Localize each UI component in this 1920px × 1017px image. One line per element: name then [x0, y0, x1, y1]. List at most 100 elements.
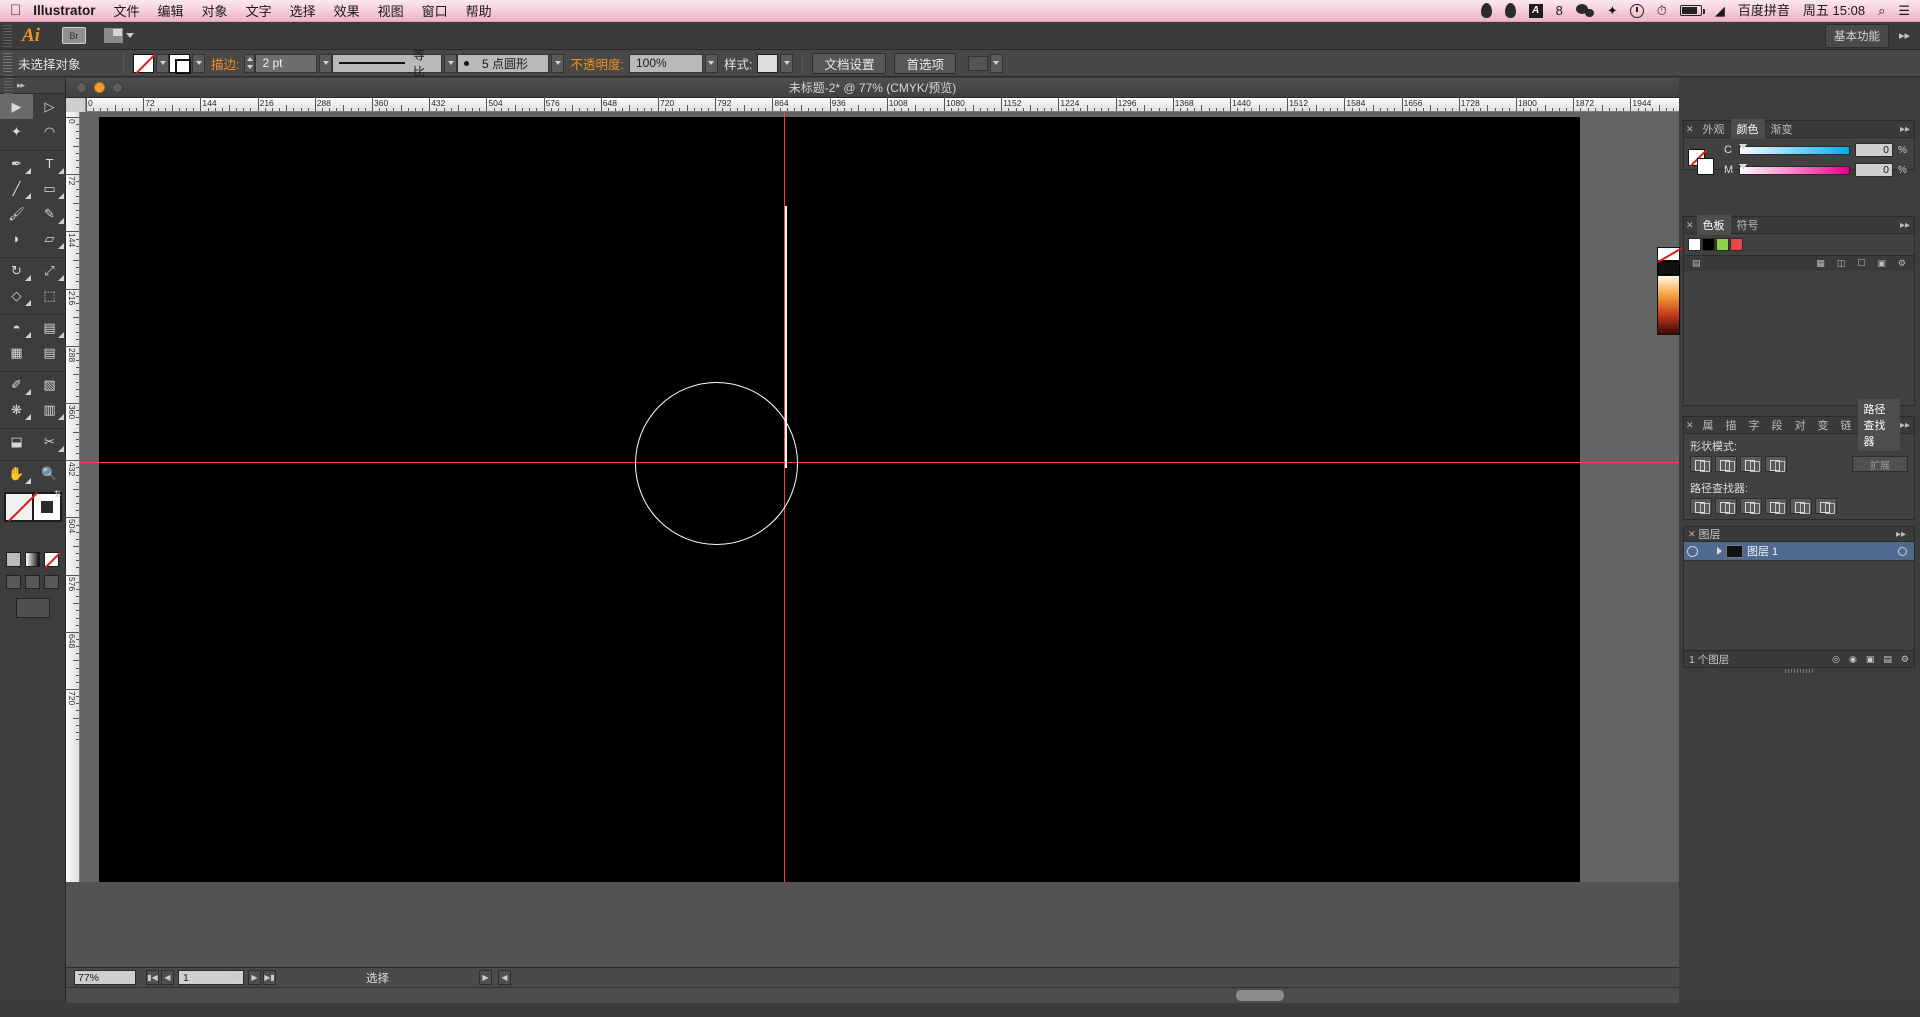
hand-tool[interactable]: ✋ — [0, 461, 33, 486]
table-row[interactable]: 图层 1 — [1684, 542, 1914, 561]
menu-object[interactable]: 对象 — [202, 1, 228, 20]
tab-align[interactable]: 对 — [1789, 415, 1812, 435]
accessibility-icon[interactable] — [1629, 3, 1644, 18]
expand-button[interactable]: 扩展 — [1852, 456, 1908, 472]
slice-tool[interactable]: ✂ — [33, 429, 66, 454]
battery-icon[interactable] — [1679, 5, 1705, 16]
pencil-tool[interactable]: ✎ — [33, 201, 66, 226]
opacity-field[interactable]: 100% — [628, 53, 703, 73]
page-number-field[interactable]: 1 — [178, 970, 244, 985]
swatch-cell[interactable] — [1716, 238, 1729, 251]
blend-tool[interactable]: ▧ — [33, 372, 66, 397]
chevron-right-icon[interactable]: ▶ — [479, 970, 492, 985]
wifi-icon[interactable]: ◢ — [1715, 4, 1725, 17]
column-graph-tool[interactable]: ▥ — [33, 397, 66, 422]
tab-attributes[interactable]: 属 — [1697, 415, 1720, 435]
line-segment-tool[interactable]: ╱ — [0, 176, 33, 201]
document-setup-button[interactable]: 文档设置 — [812, 52, 887, 74]
input-method-label[interactable]: 百度拼音 — [1738, 4, 1790, 17]
arrange-documents-icon[interactable] — [103, 28, 134, 43]
clock-label[interactable]: 周五 15:08 — [1803, 4, 1865, 17]
channel-slider-c[interactable] — [1739, 143, 1850, 155]
scale-tool[interactable]: ⤢ — [33, 258, 66, 283]
double-chevron-icon[interactable]: ▸▸ — [1895, 29, 1914, 42]
rotate-tool[interactable]: ↻ — [0, 258, 33, 283]
stroke-dropdown-button[interactable] — [192, 53, 205, 73]
canvas-area[interactable]: 头条 @花花平面设计 — [80, 112, 1679, 882]
vertical-ruler[interactable]: 0 72 144 216 288 360 432 504 576 648 720 — [65, 112, 80, 882]
toolbox-header[interactable]: ▸▸ — [0, 74, 65, 97]
minus-front-button[interactable] — [1715, 456, 1737, 472]
blob-brush-tool[interactable]: ◗ — [0, 226, 33, 251]
stroke-weight-stepper[interactable] — [244, 53, 256, 73]
apple-icon[interactable]:  — [10, 3, 21, 18]
horizontal-scrollbar[interactable] — [66, 987, 1679, 1003]
horizontal-ruler[interactable]: 0 72 144 216 288 360 432 504 576 648 720 792 864 936 1… — [66, 97, 1682, 112]
tab-symbols[interactable]: 符号 — [1731, 215, 1765, 235]
channel-value-c[interactable]: 0 — [1855, 143, 1893, 157]
brush-definition-field[interactable]: 5 点圆形 — [457, 53, 550, 73]
layer-visibility-icon[interactable] — [1687, 545, 1698, 557]
normal-screen-mode-icon[interactable] — [6, 575, 21, 589]
perspective-grid-tool[interactable]: ▤ — [33, 315, 66, 340]
appbar-grip[interactable] — [3, 24, 12, 47]
tab-character[interactable]: 字 — [1743, 415, 1766, 435]
spotlight-search-icon[interactable]: ⌕ — [1878, 4, 1885, 17]
selection-tool[interactable]: ▶ — [0, 94, 33, 119]
opacity-dropdown-button[interactable] — [704, 53, 718, 73]
change-screen-mode-button[interactable] — [15, 598, 50, 618]
direct-selection-tool[interactable]: ▷ — [33, 94, 66, 119]
double-chevron-icon[interactable]: ▸▸ — [1900, 124, 1914, 135]
black-swatch[interactable] — [1657, 261, 1680, 275]
fill-stroke-control[interactable]: ⇅ — [3, 489, 62, 544]
layer-lock-icon[interactable] — [1702, 545, 1713, 558]
scrollbar-thumb[interactable] — [1236, 990, 1284, 1001]
menu-type[interactable]: 文字 — [246, 1, 272, 20]
tab-paragraph[interactable]: 段 — [1766, 415, 1789, 435]
unite-button[interactable] — [1690, 456, 1712, 472]
circle-shape[interactable] — [635, 382, 798, 545]
none-swatch[interactable] — [1657, 247, 1680, 261]
channel-value-m[interactable]: 0 — [1855, 163, 1893, 177]
gradient-mode-icon[interactable] — [25, 552, 40, 567]
chevron-right-icon[interactable] — [1717, 547, 1722, 555]
swatch-cell[interactable] — [1702, 238, 1715, 251]
type-tool[interactable]: T — [33, 151, 66, 176]
stroke-profile-dropdown-button[interactable] — [444, 53, 458, 73]
slider-thumb[interactable] — [1739, 163, 1747, 170]
gradient-swatch[interactable] — [1657, 275, 1680, 335]
stroke-weight-dropdown-button[interactable] — [319, 53, 333, 73]
swatch-grid[interactable] — [1684, 234, 1914, 255]
new-group-icon[interactable]: ☐ — [1857, 258, 1865, 269]
create-new-layer-icon[interactable]: ▤ — [1883, 654, 1892, 665]
width-tool[interactable]: ◇ — [0, 283, 33, 308]
menu-effect[interactable]: 效果 — [334, 1, 360, 20]
fullscreen-icon[interactable] — [44, 575, 59, 589]
panel-resize-grip[interactable] — [1785, 669, 1813, 673]
vertical-line-shape[interactable] — [785, 206, 787, 468]
tab-pathfinder[interactable]: 路径查找器 — [1857, 399, 1900, 451]
minus-back-button[interactable] — [1815, 498, 1837, 514]
delete-swatch-icon[interactable]: ⚙ — [1898, 258, 1906, 269]
layer-target-icon[interactable] — [1898, 546, 1907, 556]
first-page-icon[interactable]: ▮◀ — [146, 970, 159, 985]
stroke-color-swatch[interactable] — [169, 53, 191, 74]
eyedropper-tool[interactable]: ✐ — [0, 372, 33, 397]
notification-center-icon[interactable]: ☰ — [1898, 4, 1910, 17]
controlbar-grip[interactable] — [3, 52, 12, 74]
fill-dropdown-button[interactable] — [156, 53, 169, 73]
tab-color[interactable]: 颜色 — [1730, 119, 1765, 139]
swatch-cell[interactable] — [1688, 238, 1701, 251]
menu-select[interactable]: 选择 — [290, 1, 316, 20]
airdrop-icon[interactable]: ✦ — [1607, 4, 1618, 17]
swap-fill-stroke-icon[interactable]: ⇅ — [54, 489, 62, 500]
fill-swatch[interactable] — [3, 492, 34, 522]
divide-button[interactable] — [1690, 498, 1712, 514]
close-panel-icon[interactable]: ✕ — [1686, 124, 1694, 135]
tab-appearance[interactable]: 外观 — [1697, 119, 1731, 139]
merge-button[interactable] — [1740, 498, 1762, 514]
locate-object-icon[interactable]: ◎ — [1832, 654, 1840, 665]
new-swatch-icon[interactable]: ▣ — [1877, 258, 1886, 269]
style-dropdown-button[interactable] — [780, 53, 794, 73]
artboard[interactable]: 头条 @花花平面设计 — [99, 117, 1580, 882]
